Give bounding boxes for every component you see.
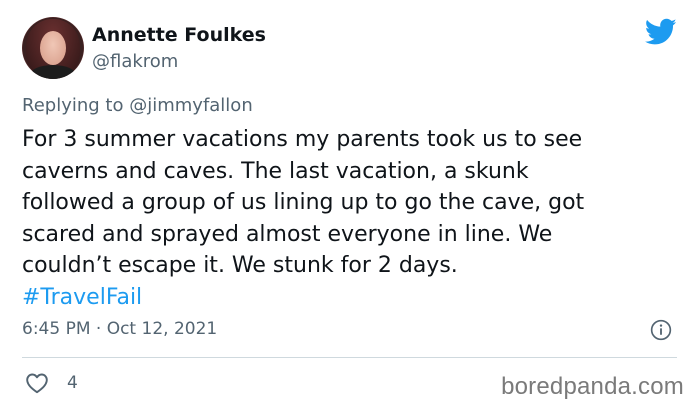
author-display-name[interactable]: Annette Foulkes (92, 24, 266, 46)
hashtag-link[interactable]: #TravelFail (22, 282, 692, 314)
info-icon[interactable] (650, 319, 672, 341)
tweet-text-line: For 3 summer vacations my parents took u… (22, 127, 583, 152)
like-count: 4 (67, 373, 78, 393)
twitter-bird-icon (645, 18, 677, 45)
tweet-text-line: caverns and caves. The last vacation, a … (22, 158, 529, 184)
like-button[interactable]: 4 (25, 371, 78, 395)
tweet-text-line: scared and sprayed almost everyone in li… (22, 221, 553, 247)
author-handle[interactable]: @flakrom (92, 51, 178, 72)
tweet-text-line: couldn’t escape it. We stunk for 2 days. (22, 253, 458, 278)
divider (22, 357, 677, 358)
avatar-shirt (30, 65, 76, 79)
reply-context: Replying to @jimmyfallon (22, 95, 253, 116)
tweet-timestamp[interactable]: 6:45 PM · Oct 12, 2021 (22, 319, 217, 339)
tweet-card: Annette Foulkes @flakrom Replying to @ji… (0, 0, 700, 410)
tweet-text: For 3 summer vacations my parents took u… (22, 124, 692, 313)
heart-icon (26, 373, 48, 394)
avatar[interactable] (22, 17, 84, 79)
tweet-text-line: followed a group of us lining up to go t… (22, 190, 585, 215)
reply-prefix: Replying to (22, 95, 124, 116)
watermark-text: boredpanda.com (501, 373, 684, 400)
avatar-face (40, 31, 66, 65)
reply-mention-link[interactable]: @jimmyfallon (129, 95, 253, 116)
